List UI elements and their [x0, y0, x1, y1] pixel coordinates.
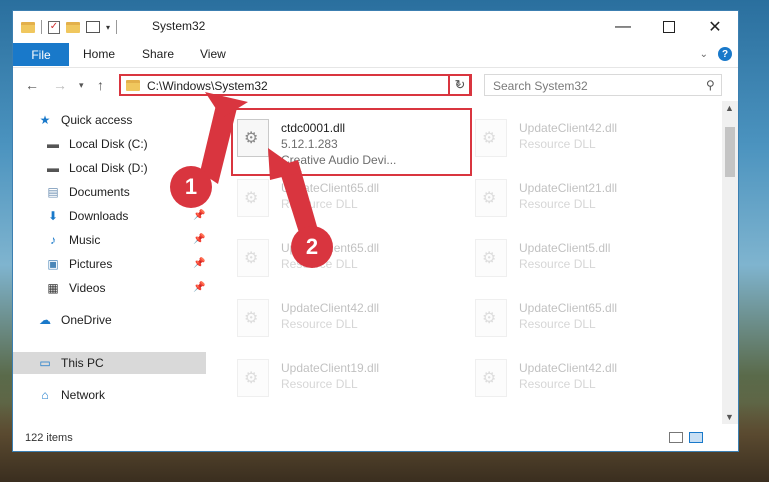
annotation-arrows [200, 92, 318, 236]
arrow-1-head [205, 92, 248, 118]
step-marker-2: 2 [291, 226, 333, 268]
step-marker-1: 1 [170, 166, 212, 208]
